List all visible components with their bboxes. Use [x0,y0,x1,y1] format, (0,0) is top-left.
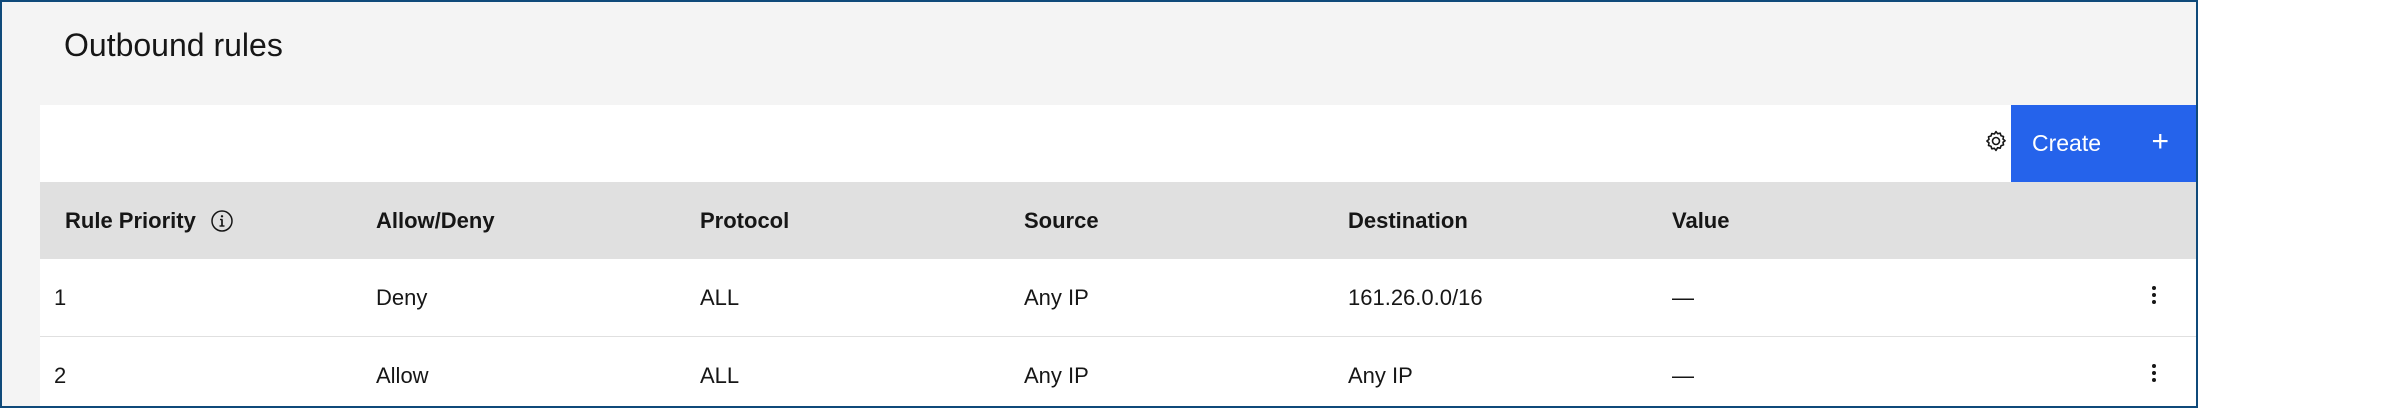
cell-protocol: ALL [700,284,740,310]
plus-icon: + [2151,125,2169,158]
column-header-protocol[interactable]: Protocol [700,182,789,259]
create-button-label: Create [2032,130,2102,156]
create-button[interactable]: Create + [2011,105,2196,182]
column-header-source[interactable]: Source [1024,182,1099,259]
column-header-allow-deny[interactable]: Allow/Deny [376,182,495,259]
info-icon[interactable] [210,209,234,233]
outbound-rules-panel: Outbound rules Create + Rule Priority Al… [0,0,2198,408]
row-overflow-menu-button[interactable] [2134,259,2174,336]
cell-allow-deny: Deny [376,284,428,310]
cell-source: Any IP [1024,284,1089,310]
row-overflow-menu-button[interactable] [2134,337,2174,406]
overflow-menu-icon [2151,363,2157,389]
column-header-value[interactable]: Value [1672,182,1729,259]
column-header-rule-priority[interactable]: Rule Priority [65,182,234,259]
cell-allow-deny: Allow [376,362,429,388]
cell-rule-priority: 1 [54,284,67,310]
table-row[interactable]: 2 Allow ALL Any IP Any IP — [40,337,2196,406]
table-header-row: Rule Priority Allow/Deny Protocol Source… [40,182,2196,259]
cell-destination: Any IP [1348,362,1413,388]
cell-source: Any IP [1024,362,1089,388]
column-header-destination[interactable]: Destination [1348,182,1468,259]
page-title: Outbound rules [64,27,283,63]
cell-value: — [1672,362,1694,388]
table-row[interactable]: 1 Deny ALL Any IP 161.26.0.0/16 — [40,259,2196,337]
cell-destination: 161.26.0.0/16 [1348,284,1483,310]
cell-value: — [1672,284,1694,310]
cell-protocol: ALL [700,362,740,388]
overflow-menu-icon [2151,285,2157,311]
gear-icon [1984,129,2008,158]
cell-rule-priority: 2 [54,362,67,388]
table-toolbar: Create + [40,105,2196,182]
rules-table: Create + Rule Priority Allow/Deny Protoc… [40,105,2196,406]
